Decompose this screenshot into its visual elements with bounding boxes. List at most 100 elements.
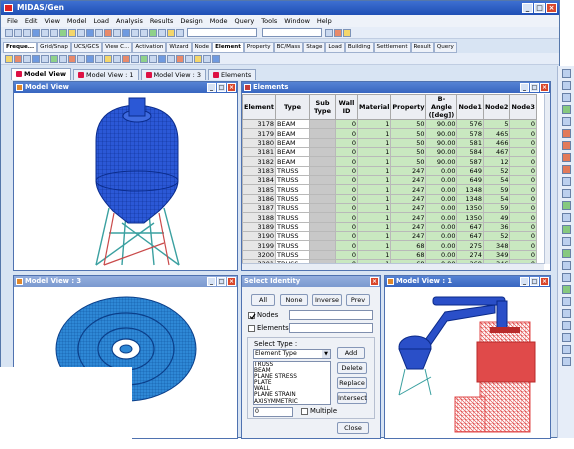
- table-cell[interactable]: 3190: [242, 231, 276, 242]
- select-plane-icon[interactable]: [41, 54, 49, 63]
- table-cell[interactable]: 0: [335, 156, 358, 167]
- table-cell[interactable]: BEAM: [275, 128, 310, 139]
- activate-icon[interactable]: [77, 54, 85, 63]
- front-view-icon[interactable]: [561, 177, 571, 186]
- table-cell[interactable]: 0.00: [425, 249, 458, 261]
- menu-item-window[interactable]: Window: [284, 17, 310, 25]
- value-input[interactable]: 0: [253, 407, 293, 417]
- view-side-icon[interactable]: [140, 28, 148, 37]
- table-cell[interactable]: 50: [390, 137, 427, 149]
- pane-minimize-button[interactable]: _: [520, 277, 529, 286]
- iso-view-icon[interactable]: [561, 201, 571, 210]
- table-cell[interactable]: 50: [390, 118, 427, 130]
- merge-element-icon[interactable]: [140, 54, 148, 63]
- column-header[interactable]: B-Angle ([deg]): [425, 94, 458, 120]
- type-listbox[interactable]: TRUSS BEAM PLANE STRESS PLATE WALL PLANE STRA…: [253, 361, 331, 405]
- menu-item-view[interactable]: View: [44, 17, 59, 25]
- display-icon[interactable]: [167, 28, 175, 37]
- unit-select[interactable]: [187, 28, 257, 37]
- table-cell[interactable]: 349: [482, 249, 511, 261]
- table-cell[interactable]: 1350: [456, 212, 484, 223]
- table-cell[interactable]: TRUSS: [275, 184, 310, 195]
- column-header[interactable]: Sub Type: [309, 94, 336, 120]
- table-cell[interactable]: TRUSS: [275, 221, 310, 233]
- toolbar-tab-freque[interactable]: Freque...: [3, 42, 38, 53]
- zoom-out-icon[interactable]: [561, 81, 571, 90]
- table-cell[interactable]: 467: [482, 147, 511, 158]
- pane-minimize-button[interactable]: _: [520, 83, 529, 92]
- table-cell[interactable]: 0.00: [425, 175, 458, 186]
- table-cell[interactable]: BEAM: [275, 156, 310, 167]
- table-cell[interactable]: 247: [390, 212, 427, 223]
- table-cell[interactable]: 3200: [242, 249, 276, 261]
- table-cell[interactable]: BEAM: [275, 137, 310, 149]
- table-cell[interactable]: 348: [482, 240, 511, 251]
- rotate-icon[interactable]: [167, 54, 175, 63]
- view-top-icon[interactable]: [131, 28, 139, 37]
- table-cell[interactable]: TRUSS: [275, 212, 310, 223]
- table-horizontal-scrollbar[interactable]: [242, 263, 544, 270]
- menu-item-edit[interactable]: Edit: [25, 17, 38, 25]
- table-cell[interactable]: 54: [482, 175, 511, 186]
- toolbar-tab-node[interactable]: Node: [191, 42, 213, 53]
- hidden-icon[interactable]: [104, 28, 112, 37]
- table-cell[interactable]: 0: [509, 240, 537, 251]
- key-icon[interactable]: [343, 28, 351, 37]
- table-row[interactable]: 3181 BEAM 0 1 50 90.00 584 467 0: [242, 147, 537, 158]
- table-cell[interactable]: 1: [356, 156, 392, 167]
- inactivate-icon[interactable]: [86, 54, 94, 63]
- silo-model-graphic[interactable]: [14, 93, 237, 270]
- table-cell[interactable]: TRUSS: [275, 175, 310, 186]
- table-cell[interactable]: 0: [509, 212, 537, 223]
- table-cell[interactable]: 1: [356, 147, 392, 158]
- table-cell[interactable]: 0: [335, 249, 358, 261]
- table-cell[interactable]: [309, 175, 336, 186]
- nodes-checkbox[interactable]: [248, 312, 256, 320]
- shading-icon[interactable]: [561, 225, 571, 234]
- table-cell[interactable]: 36: [482, 221, 511, 233]
- table-cell[interactable]: 649: [456, 175, 484, 186]
- table-cell[interactable]: 247: [390, 203, 427, 214]
- table-row[interactable]: 3182 BEAM 0 1 50 90.00 587 12 0: [242, 156, 537, 167]
- table-cell[interactable]: 50: [390, 128, 427, 139]
- redo-icon[interactable]: [50, 28, 58, 37]
- table-cell[interactable]: [309, 193, 336, 205]
- model-view-1-titlebar[interactable]: Model View : 1 _ □ ×: [385, 276, 550, 287]
- table-cell[interactable]: TRUSS: [275, 193, 310, 205]
- table-cell[interactable]: 1: [356, 175, 392, 186]
- table-cell[interactable]: 581: [456, 137, 484, 149]
- table-row[interactable]: 3190 TRUSS 0 1 247 0.00 647 52 0: [242, 231, 537, 242]
- table-cell[interactable]: 0.00: [425, 193, 458, 205]
- copy-node-icon[interactable]: [113, 54, 121, 63]
- table-cell[interactable]: 1: [356, 212, 392, 223]
- table-cell[interactable]: 247: [390, 165, 427, 177]
- check-icon[interactable]: [194, 54, 202, 63]
- table-cell[interactable]: [309, 156, 336, 167]
- table-cell[interactable]: 1348: [456, 184, 484, 195]
- plant-model-graphic[interactable]: [385, 287, 550, 439]
- table-cell[interactable]: 52: [482, 231, 511, 242]
- table-cell[interactable]: 0: [335, 118, 358, 130]
- table-cell[interactable]: 0.00: [425, 240, 458, 251]
- table-cell[interactable]: 0: [335, 147, 358, 158]
- table-cell[interactable]: 0: [335, 212, 358, 223]
- table-cell[interactable]: 1: [356, 165, 392, 177]
- view-front-icon[interactable]: [122, 28, 130, 37]
- save-icon[interactable]: [23, 28, 31, 37]
- table-cell[interactable]: 274: [456, 249, 484, 261]
- table-cell[interactable]: 3183: [242, 165, 276, 177]
- toolbar-tab-activation[interactable]: Activation: [132, 42, 167, 53]
- pane-minimize-button[interactable]: _: [207, 83, 216, 92]
- table-cell[interactable]: 0: [335, 203, 358, 214]
- intersect-icon[interactable]: [185, 54, 193, 63]
- menu-item-tools[interactable]: Tools: [261, 17, 277, 25]
- table-cell[interactable]: 3199: [242, 240, 276, 251]
- table-cell[interactable]: 247: [390, 193, 427, 205]
- toolbar-tab-query[interactable]: Query: [433, 42, 457, 53]
- column-header[interactable]: Node3: [509, 94, 537, 120]
- doc-tab-model-view[interactable]: Model View: [11, 68, 72, 80]
- table-cell[interactable]: 1: [356, 221, 392, 233]
- table-cell[interactable]: 0: [335, 240, 358, 251]
- undo-icon[interactable]: [41, 28, 49, 37]
- units-icon[interactable]: [176, 28, 184, 37]
